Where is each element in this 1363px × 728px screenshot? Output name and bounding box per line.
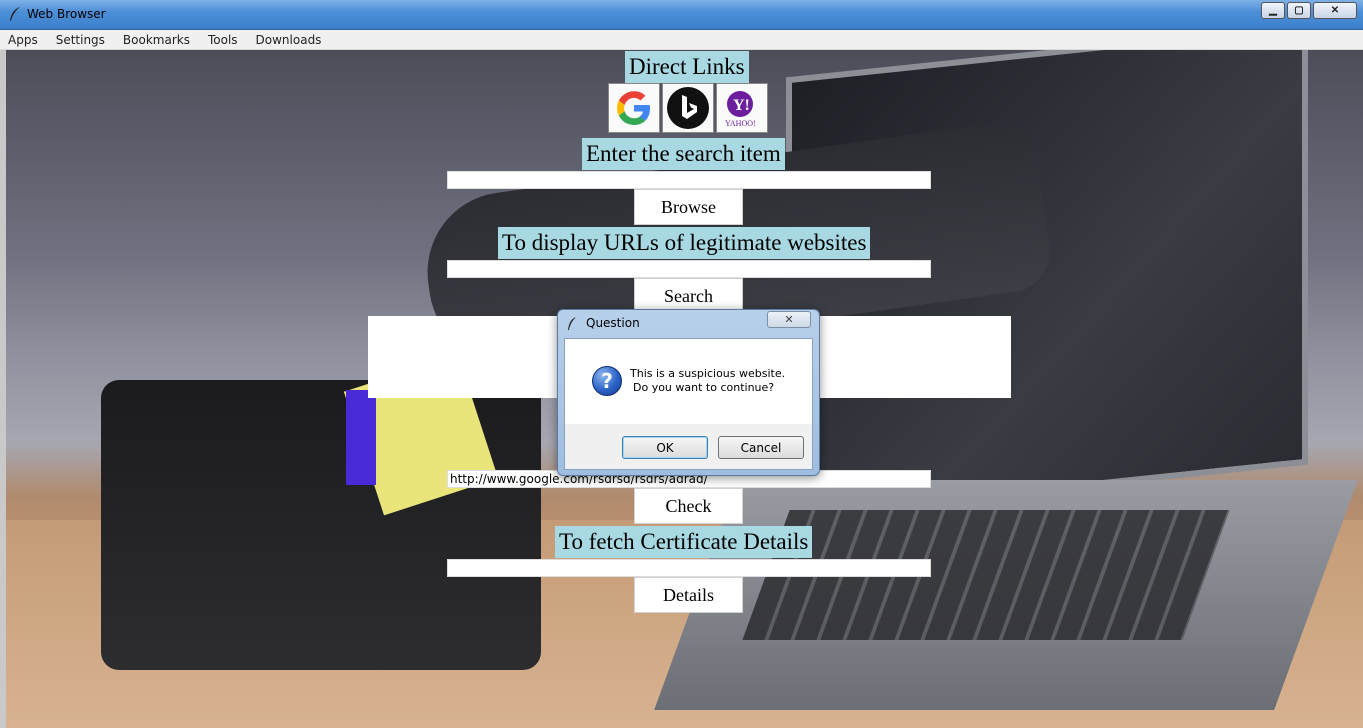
dialog-body: ? This is a suspicious website. Do you w… bbox=[564, 338, 813, 470]
bing-link-button[interactable] bbox=[662, 83, 714, 133]
cancel-button[interactable]: Cancel bbox=[718, 436, 804, 459]
direct-links: Y! YAHOO! bbox=[608, 83, 770, 133]
dialog-message-line2: Do you want to continue? bbox=[633, 381, 775, 394]
question-icon: ? bbox=[592, 366, 622, 396]
google-icon bbox=[617, 91, 650, 125]
minimize-button[interactable]: ▁ bbox=[1261, 2, 1285, 19]
direct-links-label: Direct Links bbox=[625, 51, 749, 83]
maximize-button[interactable]: ▢ bbox=[1287, 2, 1311, 19]
feather-icon bbox=[568, 317, 576, 330]
dialog-message-line1: This is a suspicious website. bbox=[630, 367, 786, 380]
certificate-input[interactable] bbox=[447, 559, 931, 577]
yahoo-caption: YAHOO! bbox=[725, 119, 756, 128]
search-input[interactable] bbox=[447, 171, 931, 189]
menu-bar: Apps Settings Bookmarks Tools Downloads bbox=[0, 30, 1363, 50]
search-item-label: Enter the search item bbox=[582, 138, 785, 170]
legit-urls-input[interactable] bbox=[447, 260, 931, 278]
dialog-close-button[interactable]: ✕ bbox=[767, 311, 811, 328]
maximize-icon: ▢ bbox=[1294, 5, 1304, 16]
certificate-label: To fetch Certificate Details bbox=[555, 526, 813, 558]
menu-downloads[interactable]: Downloads bbox=[254, 33, 324, 47]
browse-button[interactable]: Browse bbox=[634, 189, 743, 225]
legit-urls-label: To display URLs of legitimate websites bbox=[498, 227, 871, 259]
yahoo-glyph: Y! bbox=[733, 97, 750, 114]
question-dialog: Question ✕ ? This is a suspicious websit… bbox=[557, 309, 820, 476]
menu-bookmarks[interactable]: Bookmarks bbox=[121, 33, 192, 47]
window-controls: ▁ ▢ ✕ bbox=[1259, 2, 1357, 19]
yahoo-link-button[interactable]: Y! YAHOO! bbox=[716, 83, 768, 133]
window-title: Web Browser bbox=[27, 7, 106, 21]
close-button[interactable]: ✕ bbox=[1313, 2, 1357, 19]
feather-icon bbox=[10, 7, 20, 21]
dialog-title: Question bbox=[586, 316, 640, 330]
window-titlebar: Web Browser ▁ ▢ ✕ bbox=[0, 0, 1363, 30]
menu-settings[interactable]: Settings bbox=[54, 33, 107, 47]
purple-card bbox=[346, 390, 376, 485]
check-button[interactable]: Check bbox=[634, 488, 743, 524]
menu-tools[interactable]: Tools bbox=[206, 33, 240, 47]
menu-apps[interactable]: Apps bbox=[6, 33, 40, 47]
google-link-button[interactable] bbox=[608, 83, 660, 133]
close-icon: ✕ bbox=[1330, 5, 1340, 16]
yahoo-icon: Y! YAHOO! bbox=[725, 91, 756, 128]
details-button[interactable]: Details bbox=[634, 577, 743, 613]
minimize-icon: ▁ bbox=[1269, 5, 1277, 16]
bing-icon bbox=[667, 87, 709, 129]
ok-button[interactable]: OK bbox=[622, 436, 708, 459]
close-icon: ✕ bbox=[784, 314, 794, 326]
